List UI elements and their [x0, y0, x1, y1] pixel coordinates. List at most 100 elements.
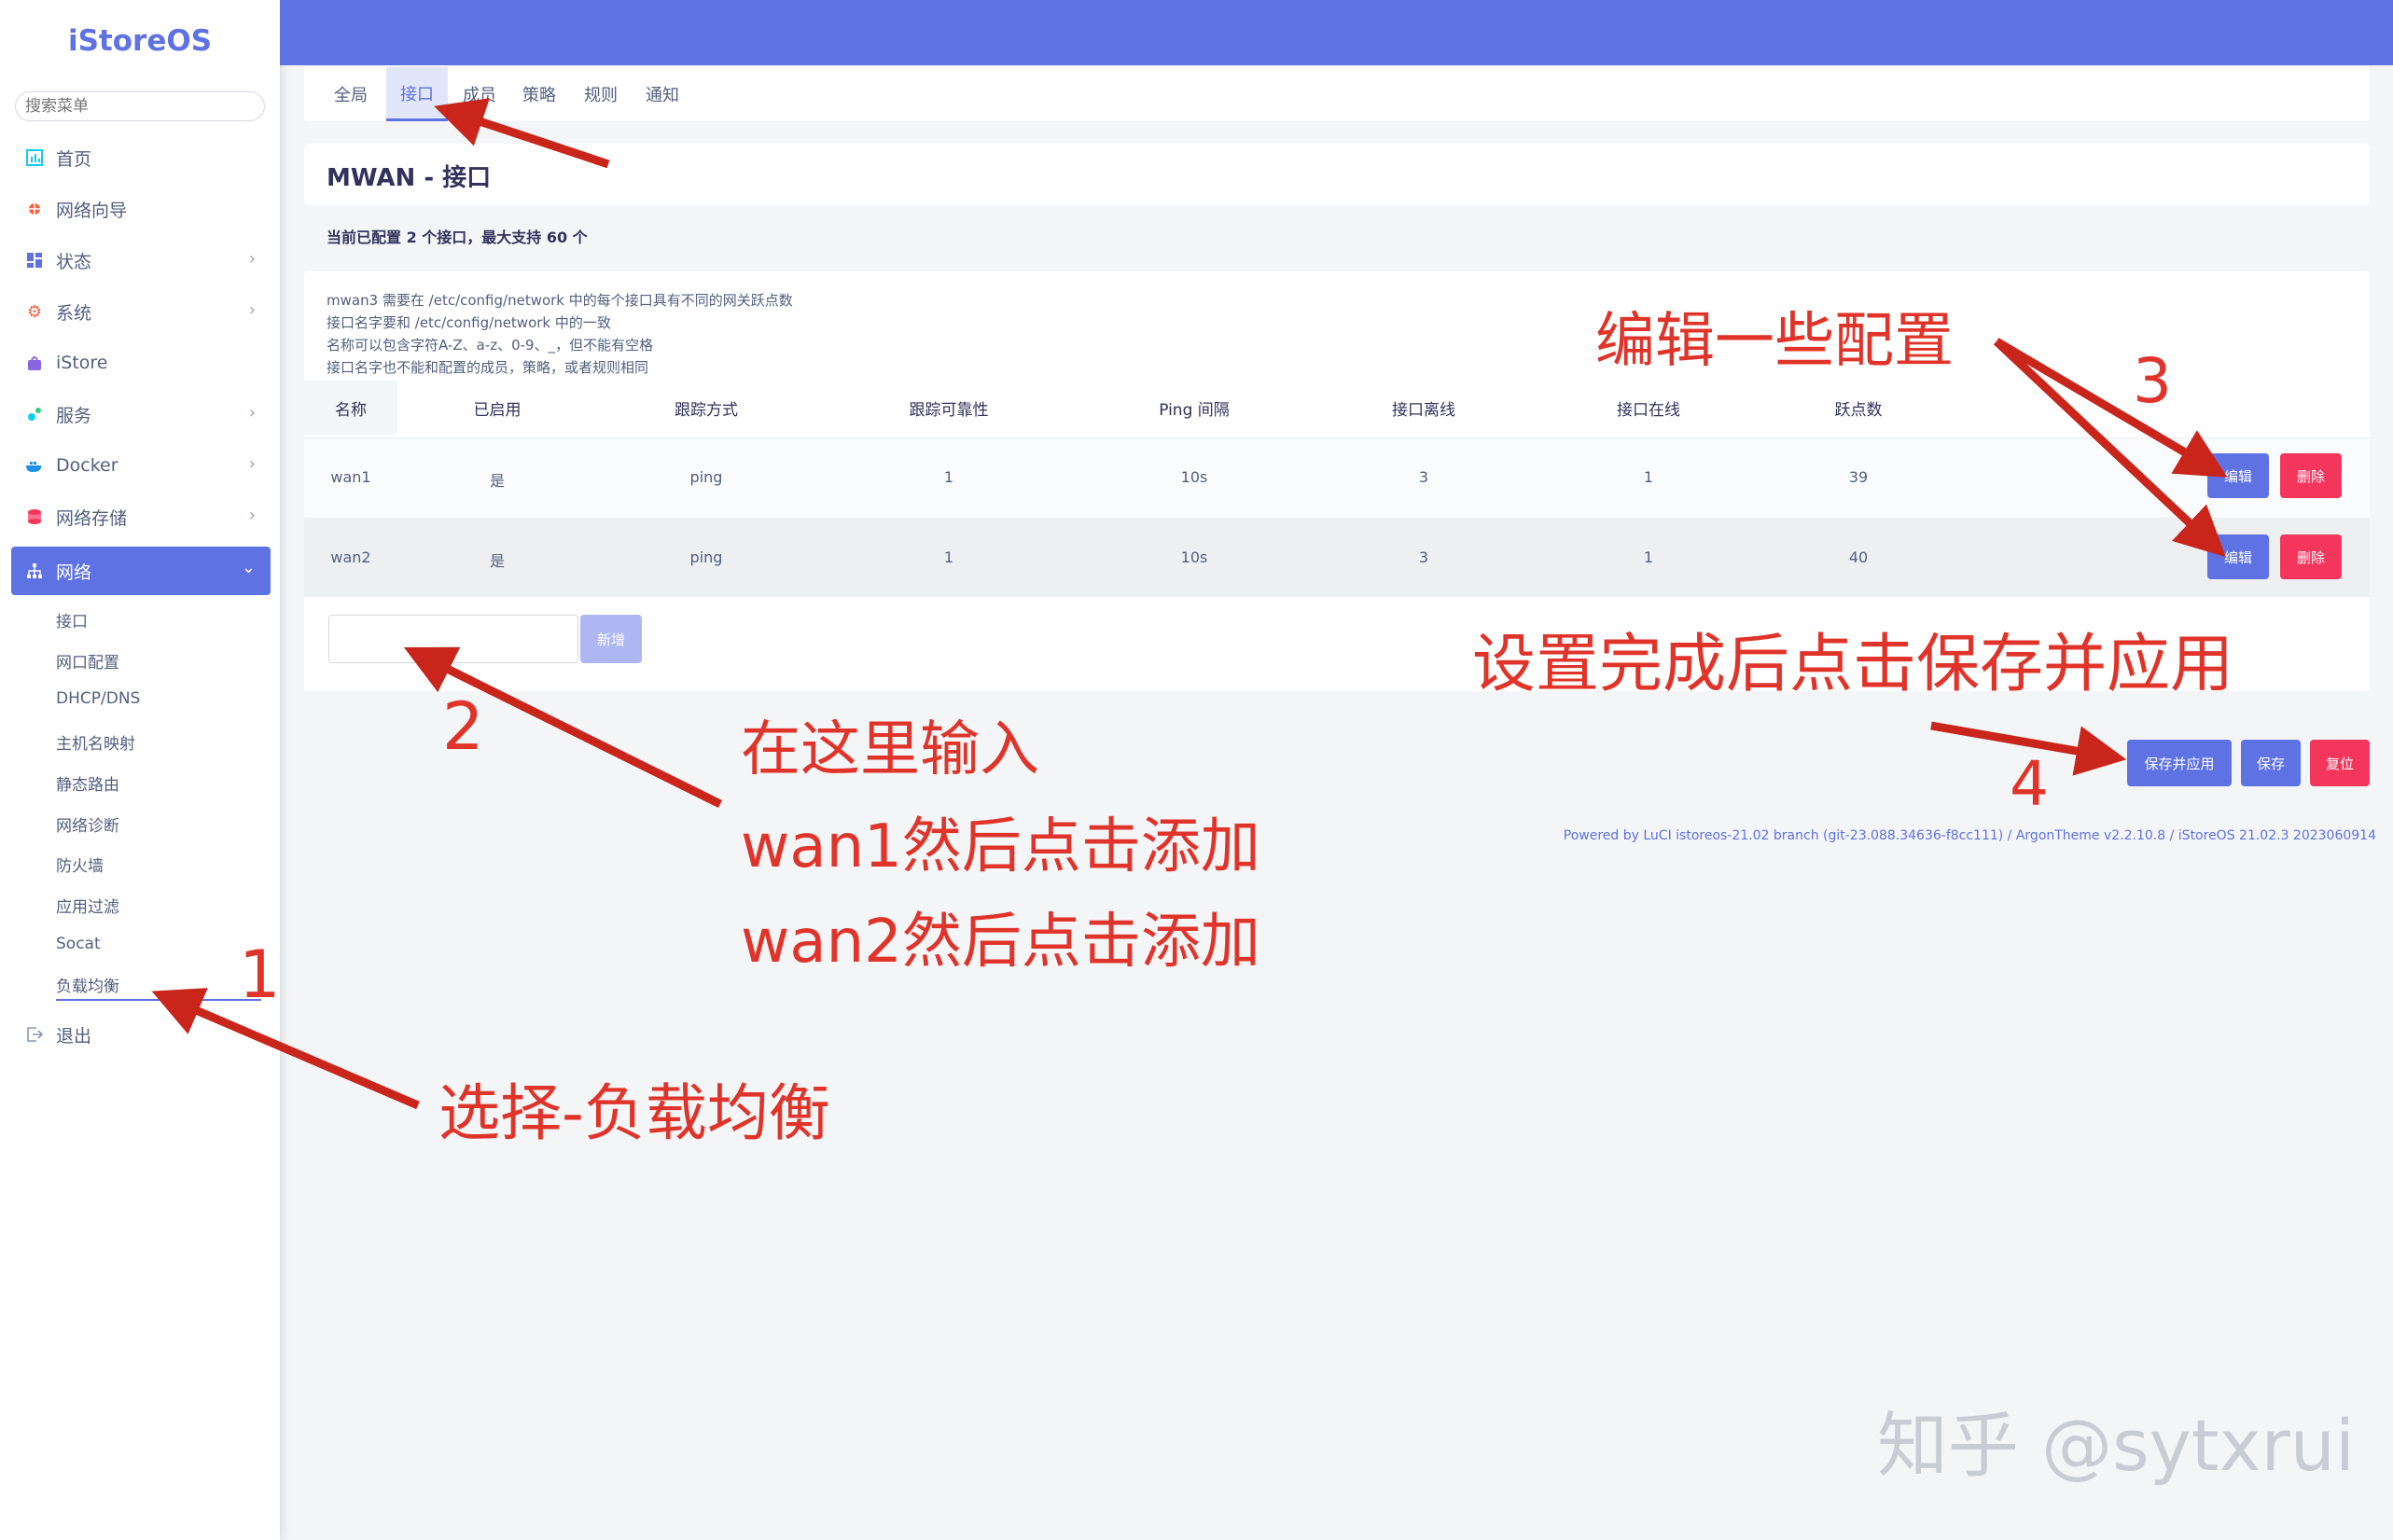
annotation-save-hint: 设置完成后点击保存并应用: [1472, 628, 2234, 701]
sidebar-item-label: 网络向导: [56, 200, 128, 221]
column-header-reliability: 跟踪可靠性: [909, 401, 989, 420]
description-line: 接口名字要和 /etc/config/network 中的一致: [327, 314, 611, 331]
sidebar-item-network[interactable]: 网络 ⌄: [11, 547, 271, 595]
sidebar-item-label: iStore: [56, 353, 108, 373]
sidebar-item-label: 退出: [56, 1025, 92, 1047]
chevron-right-icon: ›: [248, 454, 256, 474]
sidebar-item-network-wizard[interactable]: 网络向导: [11, 187, 271, 230]
cell-enabled: 是: [489, 472, 505, 490]
save-button[interactable]: 保存: [2241, 740, 2301, 786]
footer-powered-by: Powered by LuCI istoreos-21.02 branch (g…: [1563, 828, 2376, 843]
search-menu-input[interactable]: [15, 91, 265, 121]
annotation-number-4: 4: [2010, 748, 2049, 820]
chevron-right-icon: ›: [248, 249, 256, 269]
column-header-name: 名称: [335, 401, 367, 420]
annotation-input-here: 在这里输入: [741, 715, 1039, 784]
delete-button[interactable]: 删除: [2280, 453, 2342, 498]
tab-rules[interactable]: 规则: [577, 67, 625, 121]
cell-name: wan2: [330, 548, 371, 566]
description-line: 名称可以包含字符A-Z、a-z、0-9、_，但不能有空格: [327, 337, 654, 354]
cell-down: 3: [1418, 468, 1429, 486]
sidebar-subitem-firewall[interactable]: 防火墙: [56, 853, 104, 876]
table-row: wan1 是 ping 1 10s 3 1 39 编辑 删除: [304, 437, 2370, 517]
sidebar-item-services[interactable]: 服务 ›: [11, 393, 271, 436]
page-title-box: MWAN - 接口: [304, 144, 2370, 205]
wizard-icon: [22, 197, 47, 221]
sidebar-item-logout[interactable]: 退出: [11, 1013, 271, 1056]
sidebar-item-label: 状态: [56, 251, 92, 272]
sidebar-item-istore[interactable]: iStore: [11, 341, 271, 384]
save-apply-button[interactable]: 保存并应用: [2127, 740, 2232, 786]
edit-button[interactable]: 编辑: [2207, 534, 2269, 579]
cell-reliability: 1: [943, 468, 954, 486]
cell-metric: 40: [1848, 548, 1869, 566]
description-line: 接口名字也不能和配置的成员，策略，或者规则相同: [327, 359, 649, 376]
sidebar-item-home[interactable]: 首页: [11, 136, 271, 179]
watermark: 知乎 @sytxrui: [1877, 1404, 2356, 1487]
page-title: MWAN - 接口: [327, 164, 492, 192]
table-row: wan2 是 ping 1 10s 3 1 40 编辑 删除: [304, 518, 2370, 597]
cell-track-method: ping: [689, 548, 723, 566]
storage-icon: [22, 505, 47, 529]
dashboard-icon: [22, 146, 47, 170]
config-count-note: 当前已配置 2 个接口，最大支持 60 个: [327, 229, 588, 246]
brand-logo: iStoreOS: [67, 24, 213, 58]
annotation-edit-config: 编辑一些配置: [1595, 307, 1954, 376]
cell-enabled: 是: [489, 552, 505, 570]
edit-button[interactable]: 编辑: [2207, 453, 2269, 498]
sidebar-subitem-socat[interactable]: Socat: [56, 935, 101, 953]
sidebar-item-network-storage[interactable]: 网络存储 ›: [11, 495, 271, 538]
cell-up: 1: [1643, 548, 1654, 566]
sidebar-subitem-app-filter[interactable]: 应用过滤: [56, 894, 119, 917]
column-header-down: 接口离线: [1392, 401, 1455, 420]
sidebar-item-status[interactable]: 状态 ›: [11, 239, 271, 282]
cell-ping-interval: 10s: [1180, 548, 1208, 566]
services-icon: [22, 402, 47, 426]
tab-notifications[interactable]: 通知: [638, 67, 687, 121]
delete-button[interactable]: 删除: [2280, 534, 2342, 579]
sidebar-item-system[interactable]: ⚙ 系统 ›: [11, 290, 271, 333]
chevron-right-icon: ›: [248, 403, 256, 423]
sidebar-subitem-diagnostics[interactable]: 网络诊断: [56, 812, 119, 836]
tab-interfaces[interactable]: 接口: [386, 67, 448, 121]
sidebar-subitem-hostnames[interactable]: 主机名映射: [56, 730, 135, 754]
sidebar-item-label: 系统: [56, 302, 92, 324]
cell-ping-interval: 10s: [1180, 468, 1208, 486]
annotation-wan1-add: wan1然后点击添加: [741, 812, 1260, 881]
cell-metric: 39: [1848, 468, 1869, 486]
sidebar-item-label: 网络: [56, 562, 92, 583]
tab-policies[interactable]: 策略: [515, 67, 563, 121]
store-icon: [22, 351, 47, 375]
cell-down: 3: [1418, 548, 1429, 566]
add-button[interactable]: 新增: [580, 615, 642, 663]
cell-name: wan1: [330, 468, 371, 486]
sidebar-subitem-port-config[interactable]: 网口配置: [56, 649, 119, 673]
sidebar-item-label: 首页: [56, 148, 92, 170]
sidebar: iStoreOS 首页 网络向导 状态 › ⚙ 系统 › iStore 服务 ›…: [0, 0, 280, 1540]
reset-button[interactable]: 复位: [2310, 740, 2370, 786]
new-interface-name-input[interactable]: [328, 615, 578, 663]
sidebar-item-label: Docker: [56, 455, 118, 476]
network-icon: [22, 559, 47, 583]
annotation-number-3: 3: [2133, 345, 2172, 417]
annotation-wan2-add: wan2然后点击添加: [741, 908, 1260, 977]
status-grid-icon: [22, 248, 47, 272]
sidebar-subitem-load-balancing[interactable]: 负载均衡: [56, 973, 261, 1001]
sidebar-subitem-dhcp-dns[interactable]: DHCP/DNS: [56, 689, 140, 708]
sidebar-subitem-interfaces[interactable]: 接口: [56, 608, 88, 631]
tab-global[interactable]: 全局: [325, 67, 377, 121]
sidebar-item-label: 服务: [56, 405, 92, 426]
chevron-right-icon: ›: [248, 506, 256, 525]
column-header-track-method: 跟踪方式: [675, 401, 738, 420]
sidebar-item-label: 网络存储: [56, 507, 128, 529]
chevron-down-icon: ⌄: [241, 558, 256, 577]
column-header-enabled: 已启用: [473, 401, 522, 420]
top-header-bar: [280, 0, 2393, 65]
docker-icon: [22, 453, 47, 478]
sidebar-item-docker[interactable]: Docker ›: [11, 444, 271, 487]
column-header-metric: 跃点数: [1834, 401, 1883, 420]
cell-up: 1: [1643, 468, 1654, 486]
tab-members[interactable]: 成员: [455, 67, 504, 121]
annotation-number-1: 1: [239, 936, 281, 1013]
sidebar-subitem-static-routes[interactable]: 静态路由: [56, 771, 119, 795]
